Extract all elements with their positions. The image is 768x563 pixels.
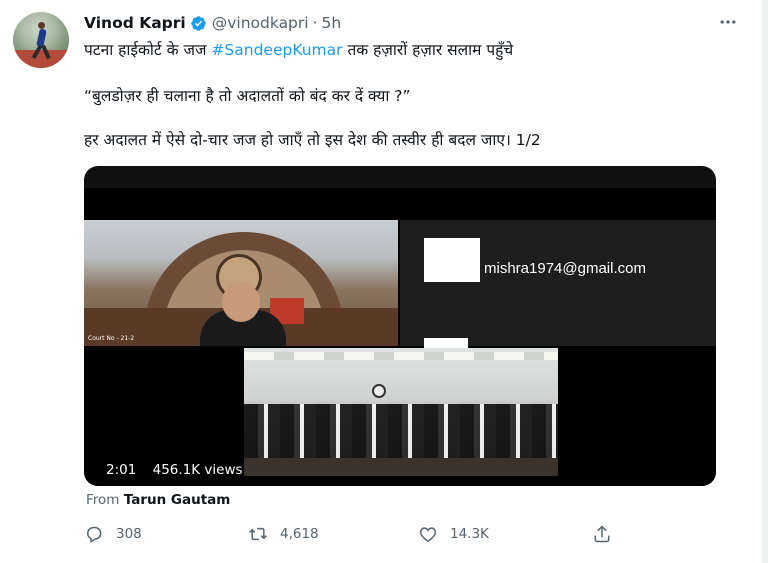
reply-icon	[86, 526, 102, 543]
more-icon[interactable]	[718, 12, 738, 37]
retweet-button[interactable]: 4,618	[248, 524, 319, 544]
hashtag-link[interactable]: #SandeepKumar	[211, 41, 342, 59]
court-number-tag: Court No - 21-2	[88, 335, 135, 342]
tweet-text-segment: तक हज़ारों हज़ार सलाम पहुँचे	[342, 41, 514, 59]
tweet-text-segment: पटना हाईकोर्ट के जज	[84, 41, 212, 59]
video-attribution: From Tarun Gautam	[86, 492, 230, 508]
tweet-card[interactable]: Vinod Kapri @vinodkapri · 5h पटना हाईकोर…	[0, 0, 768, 563]
video-player[interactable]: Court No - 21-2 mishra1974@gmail.com 2:0…	[84, 166, 716, 486]
video-duration: 2:01	[106, 462, 137, 478]
reply-count: 308	[116, 526, 142, 542]
tweet-text-line-3: हर अदालत में ऐसे दो-चार जज हो जाएँ तो इस…	[84, 131, 541, 149]
share-icon	[594, 525, 610, 543]
author-handle[interactable]: @vinodkapri	[212, 14, 309, 32]
share-button[interactable]	[592, 524, 624, 544]
from-name-link[interactable]: Tarun Gautam	[124, 492, 231, 508]
retweet-icon	[249, 527, 267, 541]
tweet-text-line-2: “बुलडोज़र ही चलाना है तो अदालतों को बंद …	[84, 87, 411, 105]
redacted-box	[424, 238, 480, 282]
courtroom-video-tile: Court No - 21-2	[84, 220, 398, 346]
verified-badge-icon	[190, 15, 207, 32]
video-views: 456.1K views	[152, 462, 243, 478]
tweet-header: Vinod Kapri @vinodkapri · 5h	[84, 12, 341, 34]
author-avatar[interactable]	[13, 12, 69, 68]
like-count: 14.3K	[450, 526, 489, 542]
scroll-edge	[762, 0, 768, 563]
retweet-count: 4,618	[280, 526, 319, 542]
like-button[interactable]: 14.3K	[418, 524, 489, 544]
video-frame: Court No - 21-2 mishra1974@gmail.com	[84, 188, 716, 486]
participant-email: mishra1974@gmail.com	[484, 260, 646, 277]
tweet-actions: 308 4,618 14.3K	[84, 524, 624, 550]
video-stats: 2:01 456.1K views	[106, 462, 255, 478]
like-icon	[419, 527, 437, 542]
separator-dot: ·	[312, 14, 318, 32]
tweet-time[interactable]: 5h	[322, 14, 342, 32]
from-label: From	[86, 492, 120, 508]
reply-button[interactable]: 308	[84, 524, 142, 544]
tweet-text-line-1: पटना हाईकोर्ट के जज #SandeepKumar तक हज़…	[84, 38, 513, 60]
author-name[interactable]: Vinod Kapri	[84, 14, 186, 32]
hall-video-tile	[244, 348, 558, 476]
